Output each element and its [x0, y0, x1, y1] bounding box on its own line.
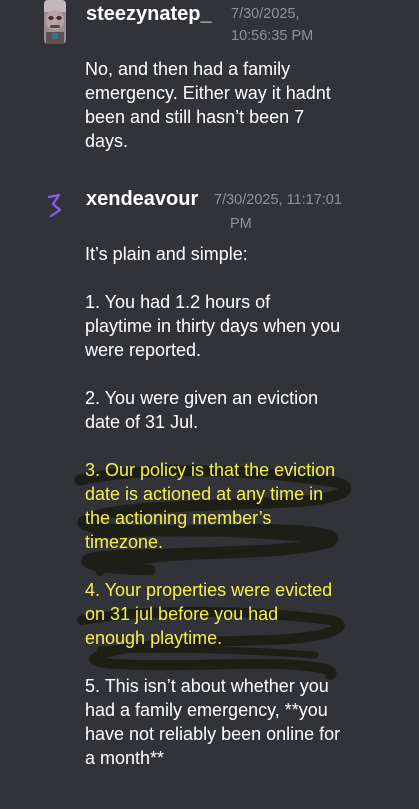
paragraph-4-highlighted: 4. Your properties were evicted on 31 ju… — [85, 578, 385, 650]
message-line: 4. Your properties were evicted — [85, 580, 333, 600]
message-line: had a family emergency, **you — [85, 700, 328, 720]
paragraph-5: 5. This isn’t about whether you had a fa… — [85, 674, 385, 770]
message-line: playtime in thirty days when you — [85, 316, 341, 336]
message-line: been and still hasn’t been 7 — [85, 107, 305, 127]
message-line: enough playtime. — [85, 628, 223, 648]
message-line: 3. Our policy is that the eviction — [85, 460, 336, 480]
message-content: It’s plain and simple: 1. You had 1.2 ho… — [85, 242, 385, 770]
message-line: were reported. — [85, 340, 202, 360]
message-1: steezynatep_ 7/30/2025, 10:56:35 PM No, … — [0, 0, 419, 165]
message-line: the actioning member’s — [85, 508, 272, 528]
message-line: on 31 jul before you had — [85, 604, 279, 624]
message-line: days. — [85, 131, 129, 151]
avatar-image — [44, 0, 66, 44]
paragraph-2: 2. You were given an eviction date of 31… — [85, 386, 385, 434]
message-line: 2. You were given an eviction — [85, 388, 319, 408]
username[interactable]: steezynatep_ — [86, 2, 212, 26]
timestamp-line2: 10:56:35 PM — [231, 28, 314, 44]
message-2: xendeavour 7/30/2025, 11:17:01 PM It’s p… — [0, 180, 419, 809]
paragraph-intro: It’s plain and simple: — [85, 242, 385, 266]
paragraph-1: 1. You had 1.2 hours of playtime in thir… — [85, 290, 385, 362]
message-line: date is actioned at any time in — [85, 484, 324, 504]
timestamp-line1: 7/30/2025, — [231, 6, 300, 22]
user-avatar[interactable] — [44, 0, 66, 44]
message-line: 1. You had 1.2 hours of — [85, 292, 271, 312]
message-line: timezone. — [85, 532, 164, 552]
message-line: a month** — [85, 748, 165, 768]
paragraph-3-highlighted: 3. Our policy is that the eviction date … — [85, 458, 385, 554]
message-line: have not reliably been online for — [85, 724, 341, 744]
message-content: No, and then had a family emergency. Eit… — [85, 57, 385, 153]
message-line: date of 31 Jul. — [85, 412, 199, 432]
message-line: It’s plain and simple: — [85, 244, 248, 264]
message-line: 5. This isn’t about whether you — [85, 676, 329, 696]
message-line: emergency. Either way it hadnt — [85, 83, 331, 103]
message-line: No, and then had a family — [85, 59, 291, 79]
